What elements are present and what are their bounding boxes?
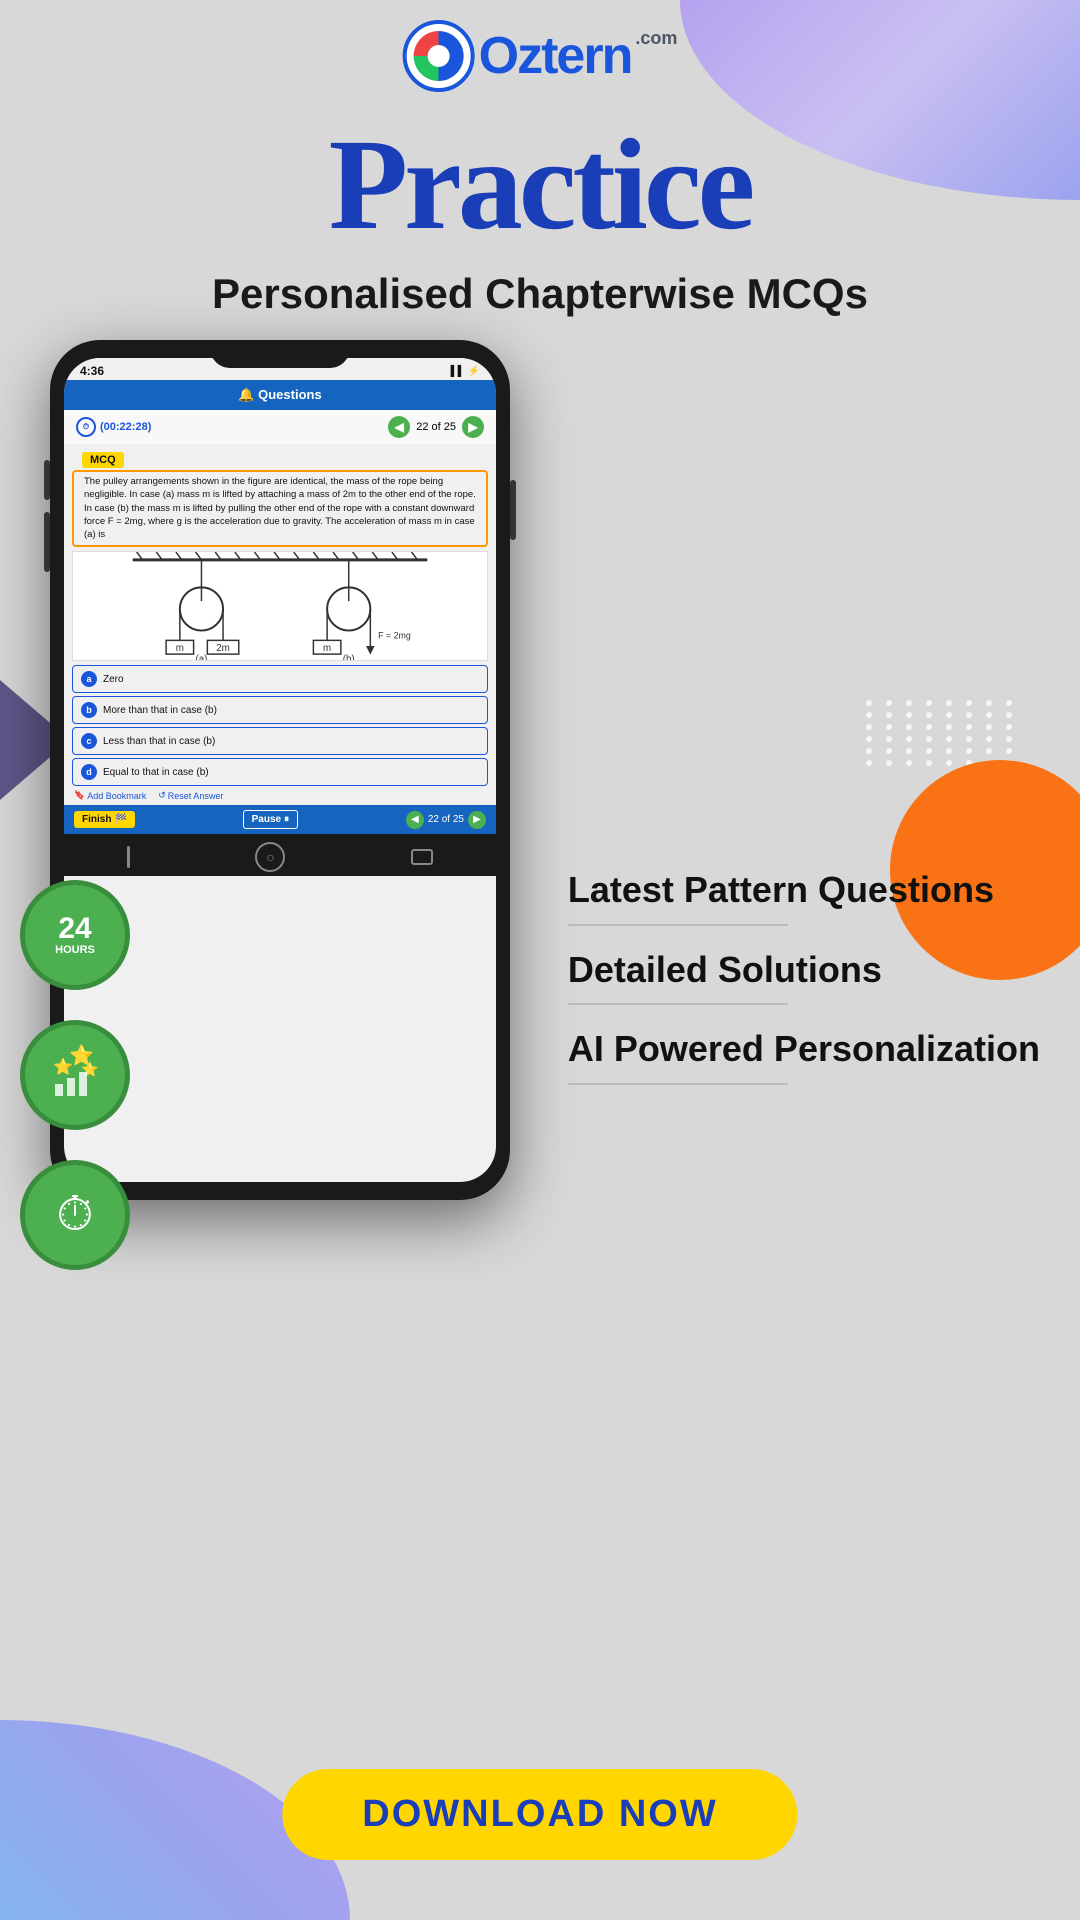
icon-timer: ⏱: [20, 1160, 130, 1270]
subtitle: Personalised Chapterwise MCQs: [0, 270, 1080, 318]
logo-circle: [403, 20, 475, 92]
question-nav-buttons: ◀ 22 of 25 ▶: [388, 416, 484, 438]
logo-text: Oztern: [479, 26, 632, 86]
reset-icon: ↺: [158, 790, 166, 801]
bottom-prev-btn[interactable]: ◀: [406, 811, 424, 829]
bottom-next-btn[interactable]: ▶: [468, 811, 486, 829]
timer-text: (00:22:28): [100, 421, 151, 433]
logo-com: .com: [635, 28, 677, 49]
phone-notch: [210, 340, 350, 368]
dot-pattern-decoration: [866, 700, 1020, 766]
bottom-nav-controls: ◀ 22 of 25 ▶: [406, 811, 486, 829]
back-btn[interactable]: [127, 846, 130, 868]
question-text: The pulley arrangements shown in the fig…: [72, 470, 488, 547]
svg-text:(a): (a): [195, 654, 207, 660]
icon-24hours: 24 HOURS: [20, 880, 130, 990]
option-d-label: d: [81, 764, 97, 780]
feature-detailed-solutions: Detailed Solutions: [568, 950, 1040, 1006]
feature-latest-pattern: Latest Pattern Questions: [568, 870, 1040, 926]
add-bookmark-label: Add Bookmark: [87, 791, 146, 801]
mcq-badge: MCQ: [82, 452, 124, 468]
feature-divider-2: [568, 1003, 788, 1005]
timer-icon-display: ⏱: [56, 1191, 93, 1239]
icon-24-text: 24: [58, 914, 91, 944]
app-header-title: 🔔 Questions: [238, 387, 321, 403]
bottom-bar: Finish 🏁 Pause ⏸ ◀ 22 of 25 ▶: [64, 805, 496, 834]
diagram-area: m 2m (a): [72, 551, 488, 661]
finish-label: Finish: [82, 814, 111, 825]
icon-hours-text: HOURS: [55, 944, 95, 956]
option-b[interactable]: b More than that in case (b): [72, 696, 488, 724]
pause-label: Pause: [252, 814, 281, 825]
feature-divider-3: [568, 1083, 788, 1085]
phone-button-vol-down: [44, 512, 50, 572]
option-a-text: Zero: [103, 674, 124, 685]
option-a-label: a: [81, 671, 97, 687]
phone-home-bar: ○: [64, 834, 496, 876]
option-c[interactable]: c Less than that in case (b): [72, 727, 488, 755]
finish-button[interactable]: Finish 🏁: [74, 811, 135, 828]
option-b-label: b: [81, 702, 97, 718]
feature-divider-1: [568, 924, 788, 926]
header: Oztern .com: [403, 20, 678, 92]
finish-icon: 🏁: [114, 814, 126, 825]
option-d[interactable]: d Equal to that in case (b): [72, 758, 488, 786]
next-question-btn[interactable]: ▶: [462, 416, 484, 438]
download-now-button[interactable]: DOWNLOAD NOW: [282, 1769, 797, 1860]
question-nav-bar: ⏱ (00:22:28) ◀ 22 of 25 ▶: [64, 410, 496, 444]
option-a[interactable]: a Zero: [72, 665, 488, 693]
svg-text:2m: 2m: [216, 644, 230, 655]
bottom-nav-counter: 22 of 25: [428, 814, 464, 825]
phone-screen: 4:36 ▌▌ ⚡ 🔔 Questions ⏱ (00:22:28) ◀ 22 …: [64, 358, 496, 1182]
prev-question-btn[interactable]: ◀: [388, 416, 410, 438]
svg-text:(b): (b): [343, 654, 355, 660]
feature-latest-pattern-title: Latest Pattern Questions: [568, 870, 1040, 910]
achievement-icon: ⭐ ⭐ ⭐: [45, 1042, 105, 1102]
option-c-label: c: [81, 733, 97, 749]
phone-button-vol-up: [44, 460, 50, 500]
logo: Oztern .com: [403, 20, 678, 92]
status-time: 4:36: [80, 364, 104, 378]
logo-inner: [414, 31, 464, 81]
option-c-text: Less than that in case (b): [103, 736, 215, 747]
status-icons: ▌▌ ⚡: [451, 366, 480, 377]
logo-center-dot: [428, 45, 450, 67]
pause-icon: ⏸: [284, 814, 289, 825]
mcq-badge-wrapper: MCQ: [64, 444, 496, 470]
bookmark-icon: 🔖: [74, 790, 85, 801]
question-counter: 22 of 25: [416, 421, 456, 433]
reset-answer-btn[interactable]: ↺ Reset Answer: [158, 790, 223, 801]
svg-text:m: m: [176, 644, 184, 655]
answer-options: a Zero b More than that in case (b) c Le…: [64, 665, 496, 786]
feature-ai-personalization: AI Powered Personalization: [568, 1029, 1040, 1085]
option-b-text: More than that in case (b): [103, 705, 217, 716]
feature-ai-personalization-title: AI Powered Personalization: [568, 1029, 1040, 1069]
reset-answer-label: Reset Answer: [168, 791, 224, 801]
action-bar: 🔖 Add Bookmark ↺ Reset Answer: [64, 786, 496, 805]
timer-icon: ⏱: [76, 417, 96, 437]
features-list: Latest Pattern Questions Detailed Soluti…: [568, 870, 1040, 1109]
practice-title: Practice: [0, 120, 1080, 250]
recents-btn[interactable]: [411, 849, 433, 865]
option-d-text: Equal to that in case (b): [103, 767, 209, 778]
home-btn[interactable]: ○: [255, 842, 285, 872]
pulley-diagram: m 2m (a): [73, 552, 487, 660]
svg-text:m: m: [323, 644, 331, 655]
phone-button-right: [510, 480, 516, 540]
add-bookmark-btn[interactable]: 🔖 Add Bookmark: [74, 790, 146, 801]
app-header-bar: 🔔 Questions: [64, 380, 496, 410]
feature-detailed-solutions-title: Detailed Solutions: [568, 950, 1040, 990]
timer-display: ⏱ (00:22:28): [76, 417, 151, 437]
pause-button[interactable]: Pause ⏸: [243, 810, 298, 829]
svg-text:F = 2mg: F = 2mg: [378, 631, 411, 641]
icon-achievement: ⭐ ⭐ ⭐: [20, 1020, 130, 1130]
